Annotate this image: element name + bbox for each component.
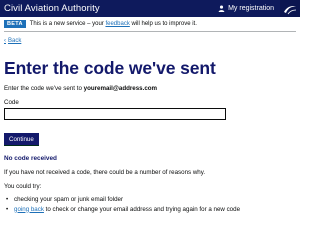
going-back-link[interactable]: going back [14,206,44,213]
back-link-label: Back [8,38,22,44]
my-registration-link[interactable]: My registration [218,5,274,12]
intro-text: Enter the code we've sent to youremail@a… [4,85,157,92]
email-address: youremail@address.com [83,85,158,92]
page-title: Enter the code we've sent [4,58,216,78]
tip-spam: checking your spam or junk email folder [14,196,124,203]
feedback-link[interactable]: feedback [105,21,129,27]
person-icon [218,5,225,12]
brand-name[interactable]: Civil Aviation Authority [4,3,100,14]
code-label: Code [4,99,19,106]
header-right: My registration [218,0,300,17]
tips-list: checking your spam or junk email folder … [4,195,289,214]
no-code-text: If you have not received a code, there c… [4,169,206,176]
caa-logo-icon [280,0,300,17]
intro-prefix: Enter the code we've sent to [4,85,82,92]
no-code-heading: No code received [4,155,57,162]
list-item: going back to check or change your email… [4,205,289,215]
phase-text-before: This is a new service – your [29,21,104,27]
code-input[interactable] [4,108,226,120]
list-item: checking your spam or junk email folder [4,195,289,205]
phase-text-after: will help us to improve it. [131,21,197,27]
you-could-try: You could try: [4,183,42,190]
phase-divider [4,31,296,32]
beta-tag: BETA [4,20,26,28]
chevron-left-icon: ‹ [4,38,6,44]
site-header: Civil Aviation Authority My registration [0,0,300,17]
back-link[interactable]: ‹ Back [4,38,21,44]
my-registration-label: My registration [228,5,274,12]
continue-button[interactable]: Continue [4,133,39,145]
tip-going-back-rest: to check or change your email address an… [45,205,241,213]
phase-banner: BETA This is a new service – your feedba… [4,19,296,29]
